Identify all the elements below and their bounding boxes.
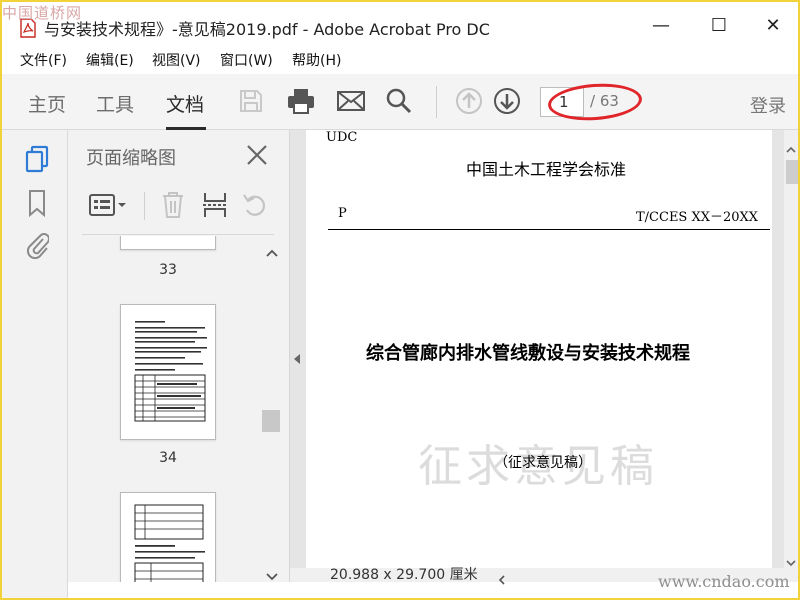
window-title: 与安装技术规程》-意见稿2019.pdf - Adobe Acrobat Pro… [44,20,490,39]
thumbnail-label-33: 33 [159,262,177,278]
page-down-icon[interactable] [490,84,524,118]
title-bar: 中国道桥网 与安装技术规程》-意见稿2019.pdf - Adobe Acrob… [2,2,798,46]
doc-standard-code: T/CCES XX－20XX [636,210,759,225]
panel-tool-divider [144,192,145,220]
menu-bar: 文件(F) 编辑(E) 视图(V) 窗口(W) 帮助(H) [2,46,798,72]
scroll-down-icon[interactable] [266,566,278,585]
navigation-rail [2,130,68,598]
attachment-icon[interactable] [22,230,52,260]
doc-udc: UDC [326,130,358,145]
app-window: 中国道桥网 与安装技术规程》-意见稿2019.pdf - Adobe Acrob… [0,0,800,600]
tab-document[interactable]: 文档 [166,90,204,117]
menu-view[interactable]: 视图(V) [152,50,201,70]
site-url-watermark: www.cndao.com [658,572,790,591]
panel-title: 页面缩略图 [86,148,176,169]
menu-edit[interactable]: 编辑(E) [86,50,134,70]
doc-scroll-up-icon[interactable] [786,138,796,157]
login-button[interactable]: 登录 [750,92,786,118]
email-icon[interactable] [334,84,368,118]
menu-window[interactable]: 窗口(W) [220,50,273,70]
thumbnail-list: 33 34 [68,236,258,582]
thumbnail-page-34[interactable] [120,304,216,440]
delete-icon[interactable] [158,188,188,222]
collapse-panel-icon[interactable] [290,348,304,370]
close-icon: ✕ [765,14,781,36]
document-page: UDC 中国土木工程学会标准 P T/CCES XX－20XX 综合管廊内排水管… [306,130,772,568]
close-icon[interactable] [242,140,272,170]
hscroll-left-icon[interactable] [498,570,505,589]
tab-tools[interactable]: 工具 [96,90,134,117]
thumbnail-label-34: 34 [159,450,177,466]
toolbar: 主页 工具 文档 1 / 63 登录 [2,74,798,130]
bookmark-icon[interactable] [22,188,52,218]
doc-draft-label: （征求意见稿） [494,455,592,471]
document-scroll-thumb[interactable] [786,160,798,184]
document-view: UDC 中国土木工程学会标准 P T/CCES XX－20XX 综合管廊内排水管… [290,130,798,582]
thumbnails-panel: 页面缩略图 33 34 [68,130,290,582]
extract-icon[interactable] [200,188,230,222]
close-window-button[interactable]: ✕ [750,6,796,44]
doc-title: 综合管廊内排水管线敷设与安装技术规程 [366,343,690,364]
doc-p-label: P [338,206,347,221]
maximize-button[interactable]: ☐ [696,6,742,44]
doc-organization: 中国土木工程学会标准 [466,160,627,179]
tab-home[interactable]: 主页 [28,90,66,117]
panel-divider [82,234,274,235]
thumbnail-page-33[interactable] [120,236,216,250]
page-up-icon[interactable] [452,84,486,118]
panel-toolbar [68,182,290,232]
doc-header-rule [328,229,770,230]
toolbar-divider [436,86,437,118]
thumbnail-scroll-thumb[interactable] [262,410,280,432]
menu-help[interactable]: 帮助(H) [292,50,341,70]
page-thumbnails-icon[interactable] [22,144,52,174]
page-size-readout: 20.988 x 29.700 厘米 [330,567,478,583]
options-icon[interactable] [88,188,128,222]
thumbnail-scrollbar[interactable] [260,236,284,582]
menu-file[interactable]: 文件(F) [20,50,67,70]
search-icon[interactable] [382,84,416,118]
minimize-icon: — [652,14,670,36]
minimize-button[interactable]: — [638,6,684,44]
scroll-up-icon[interactable] [266,242,278,261]
document-scrollbar[interactable] [784,130,798,568]
rotate-icon[interactable] [240,188,270,222]
thumbnail-page-35[interactable] [120,492,216,582]
print-icon[interactable] [284,84,318,118]
maximize-icon: ☐ [710,14,728,36]
save-icon[interactable] [234,84,268,118]
